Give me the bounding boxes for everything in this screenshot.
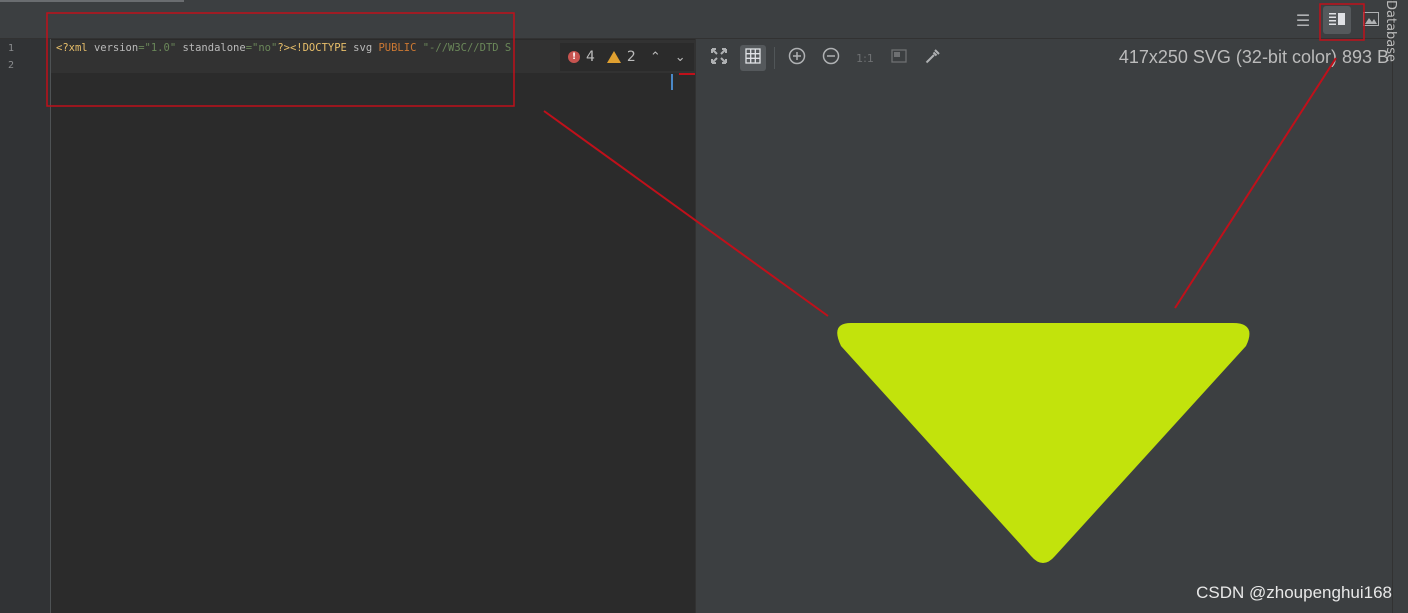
annotation-arrow-split [1174,57,1337,309]
watermark: CSDN @zhoupenghui168 [1196,583,1392,602]
annotation-overlay [46,3,1365,317]
annotation-box-code [46,12,515,107]
annotation-arrow-code [543,110,829,317]
annotation-box-split-button [1319,3,1365,41]
